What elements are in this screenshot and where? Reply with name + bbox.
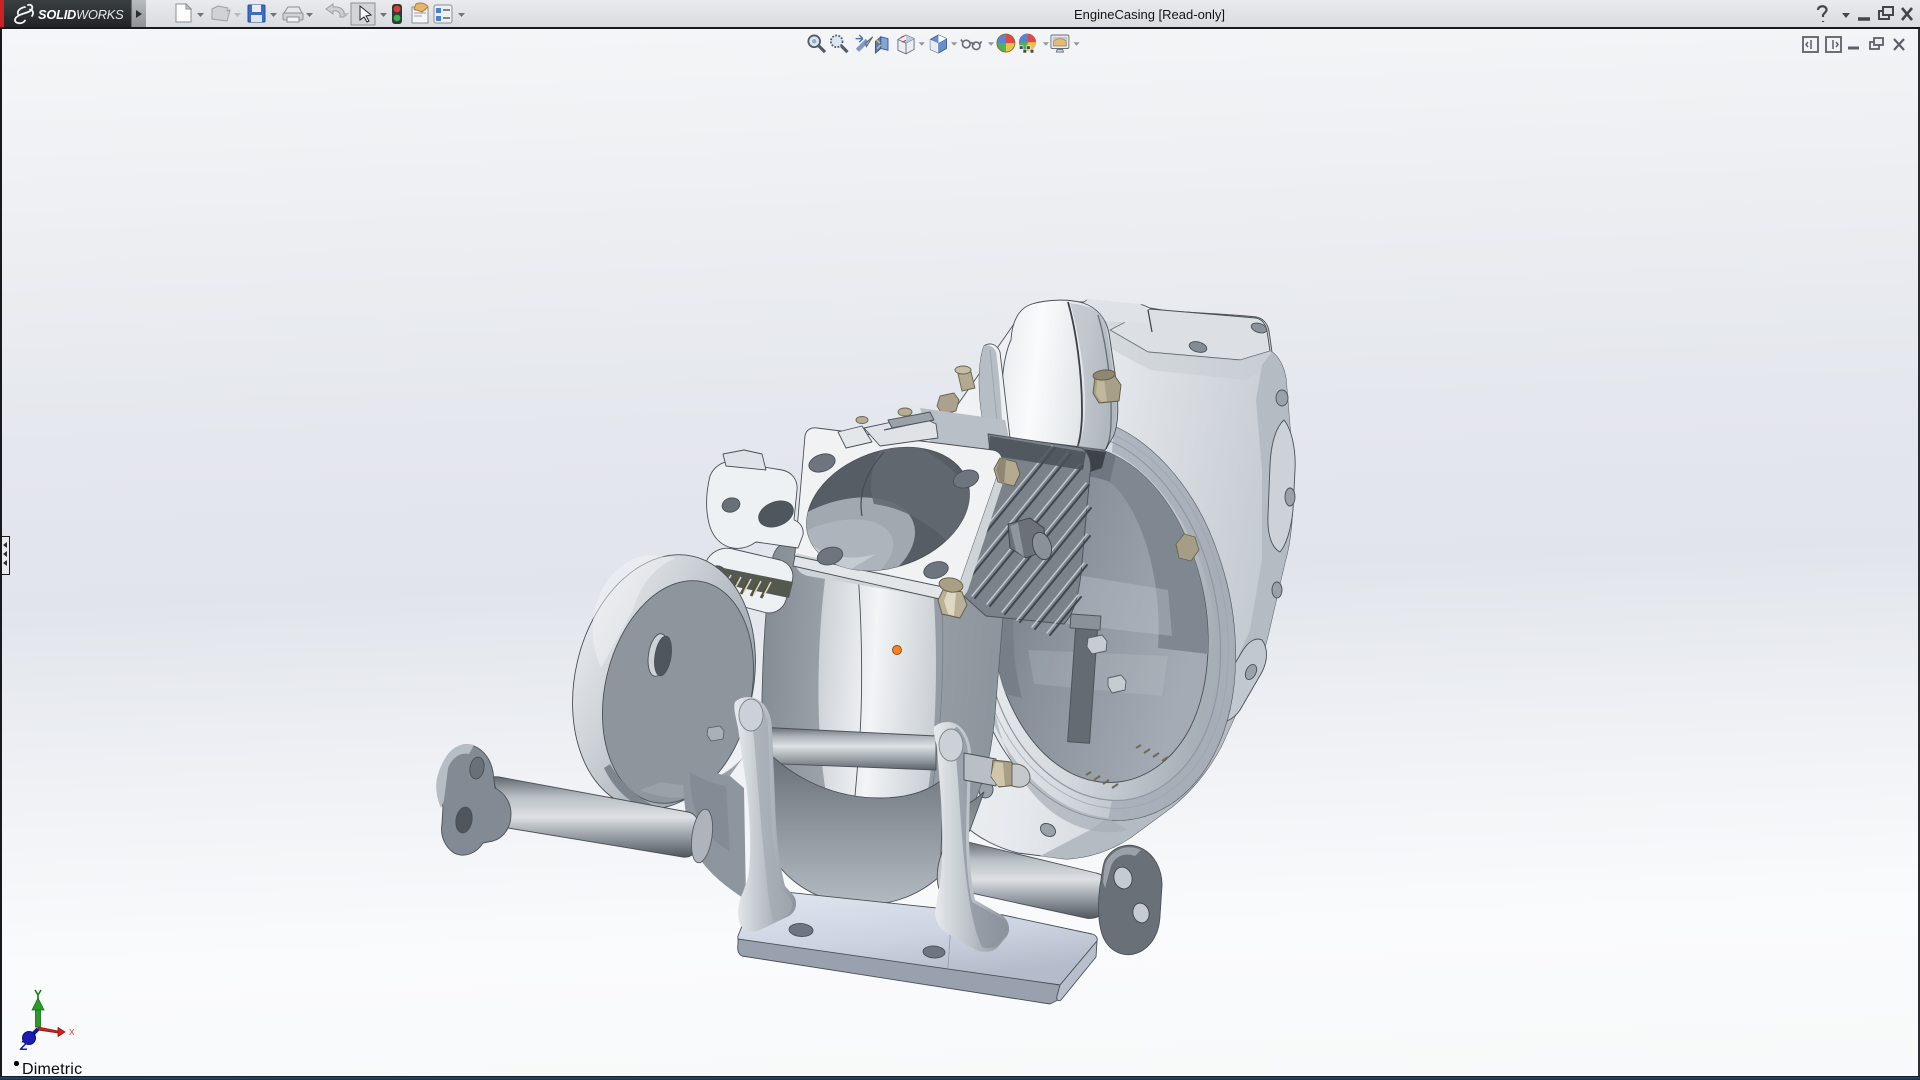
svg-text:Z: Z <box>19 1038 29 1050</box>
svg-text:x: x <box>69 1026 75 1038</box>
